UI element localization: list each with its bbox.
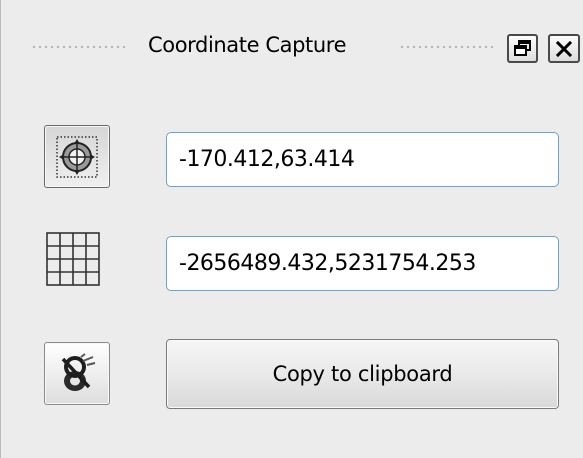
geographic-coordinate-field[interactable] — [166, 132, 559, 187]
dock-title: Coordinate Capture — [148, 33, 347, 57]
capture-cursor-icon — [61, 352, 96, 391]
title-grip-right — [399, 45, 495, 49]
projected-coordinate-field[interactable] — [166, 236, 559, 291]
projected-crs-indicator — [44, 230, 102, 288]
copy-to-clipboard-button[interactable]: Copy to clipboard — [166, 339, 559, 409]
float-dock-button[interactable] — [507, 34, 538, 63]
start-capture-button[interactable] — [44, 342, 110, 405]
geographic-crs-icon — [56, 135, 98, 178]
projected-crs-grid-icon — [46, 232, 100, 286]
close-dock-button[interactable] — [548, 34, 580, 63]
title-grip-left — [31, 45, 127, 49]
restore-window-icon — [514, 40, 531, 56]
geographic-crs-button[interactable] — [44, 125, 110, 188]
close-icon — [555, 40, 573, 57]
dock-title-bar[interactable]: Coordinate Capture — [1, 0, 583, 96]
coordinate-capture-panel: Coordinate Capture -170.412,63.414 -2656… — [0, 0, 583, 458]
